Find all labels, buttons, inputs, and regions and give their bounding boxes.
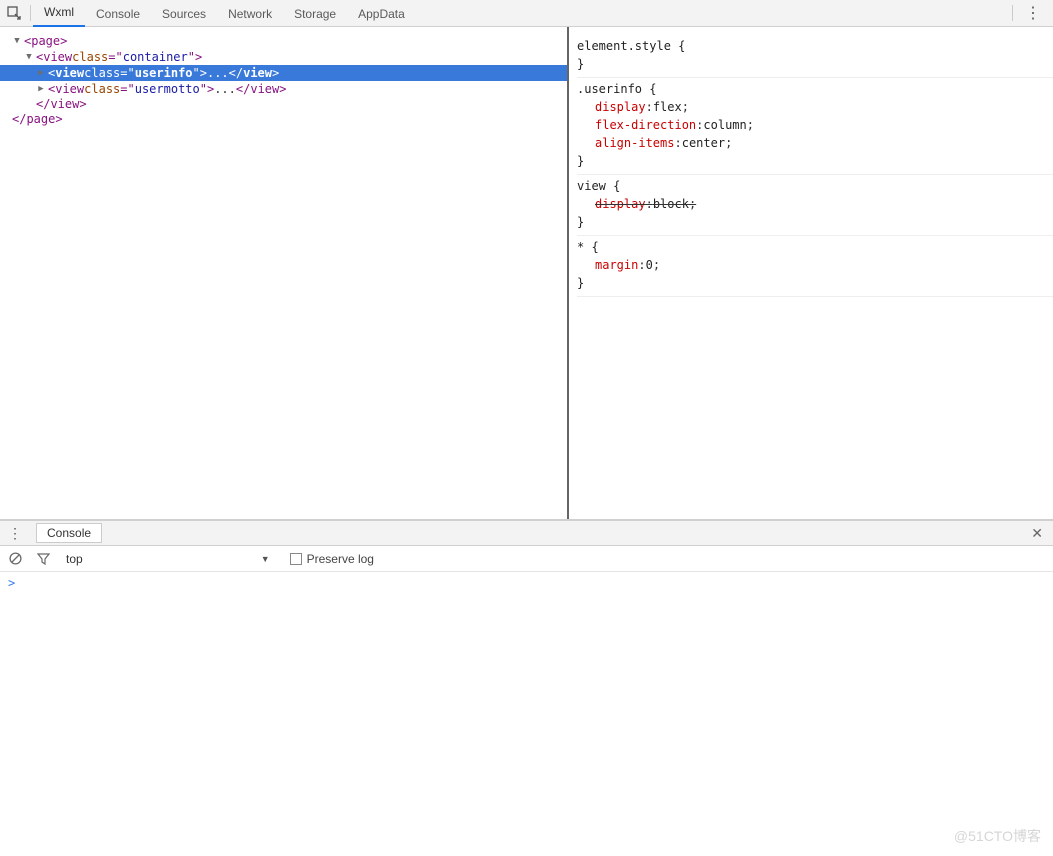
tree-node-page-close[interactable]: </page> [0,112,567,127]
console-prompt[interactable]: > [0,572,1053,594]
preserve-log-checkbox[interactable]: Preserve log [290,552,374,566]
toolbar-right: ⋮ [1006,3,1053,23]
devtools-toolbar: Wxml Console Sources Network Storage App… [0,0,1053,27]
expand-icon[interactable] [12,33,22,49]
tab-appdata[interactable]: AppData [347,2,416,27]
main-split: <page> <view class="container"> <view cl… [0,27,1053,520]
tab-strip: Wxml Console Sources Network Storage App… [33,0,416,27]
tree-node-userinfo[interactable]: <view class="userinfo">...</view> [0,65,567,81]
context-selector[interactable]: top [62,552,91,566]
style-rule[interactable]: .userinfo { display:flex; flex-direction… [577,78,1053,175]
checkbox-icon[interactable] [290,553,302,565]
tree-node-usermotto[interactable]: <view class="usermotto">...</view> [0,81,567,97]
more-icon[interactable]: ⋮ [0,525,30,542]
tree-node-view-close[interactable]: </view> [0,97,567,112]
inspect-icon[interactable] [0,0,28,27]
more-icon[interactable]: ⋮ [1019,3,1047,23]
tab-wxml[interactable]: Wxml [33,0,85,27]
tab-sources[interactable]: Sources [151,2,217,27]
prompt-caret: > [8,576,15,590]
chevron-down-icon[interactable]: ▼ [261,554,270,564]
separator [30,5,31,21]
style-rule[interactable]: * { margin:0; } [577,236,1053,297]
tree-node-container[interactable]: <view class="container"> [0,49,567,65]
tree-node-page[interactable]: <page> [0,33,567,49]
elements-tree[interactable]: <page> <view class="container"> <view cl… [0,27,569,519]
tab-network[interactable]: Network [217,2,283,27]
separator [1012,5,1013,21]
filter-icon[interactable] [34,550,52,568]
clear-icon[interactable] [6,550,24,568]
expand-icon[interactable] [36,81,46,97]
console-filter-bar: top ▼ Preserve log [0,546,1053,572]
expand-icon[interactable] [36,65,46,81]
style-rule[interactable]: element.style { } [577,35,1053,78]
console-drawer-header: ⋮ Console ✕ [0,520,1053,546]
close-icon[interactable]: ✕ [1031,525,1043,542]
styles-pane[interactable]: element.style { } .userinfo { display:fl… [569,27,1053,519]
tab-console[interactable]: Console [85,2,151,27]
context-label: top [66,552,83,566]
tab-storage[interactable]: Storage [283,2,347,27]
watermark: @51CTO博客 [954,826,1041,846]
style-rule[interactable]: view { display:block; } [577,175,1053,236]
expand-icon[interactable] [24,49,34,65]
console-tab[interactable]: Console [36,523,102,543]
preserve-log-label: Preserve log [307,552,374,566]
